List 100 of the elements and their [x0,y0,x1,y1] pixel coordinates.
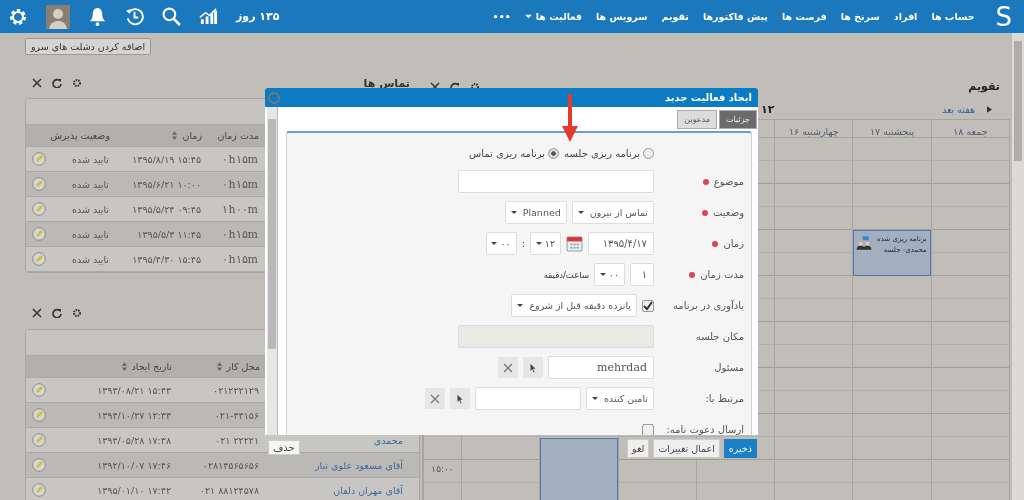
nav-item[interactable]: افراد [886,11,925,22]
select-button[interactable] [523,357,543,378]
dialog-button[interactable]: اعمال تغییرات [653,439,720,458]
column-header[interactable]: محل کار [176,361,264,372]
radio-button[interactable] [643,147,654,159]
column-header[interactable]: وضعیت پذیرش [51,130,114,141]
edit-icon[interactable] [32,458,46,472]
select-field[interactable]: پانزده دقیقه قبل از شروع [511,294,637,317]
cursor-icon [528,362,538,373]
bell-icon[interactable] [88,7,107,26]
nav-item[interactable]: ••• [485,11,518,22]
contact-link[interactable]: محمدی [309,434,409,446]
edit-icon[interactable] [32,433,46,447]
radio-option[interactable]: برنامه ریزی تماس [469,147,560,159]
edit-icon[interactable] [32,227,46,241]
checkbox[interactable] [642,299,654,312]
table-cell-text: ۰h۱۵m [221,227,259,241]
edit-icon[interactable] [32,483,46,497]
edit-icon[interactable] [32,177,46,191]
people-icon [856,236,873,250]
select-field[interactable]: تماس از بیرون [571,201,654,224]
calendar-icon[interactable] [566,235,583,252]
table-cell-text: ۱۳۹۳/۰۸/۲۱ ۱۵:۴۳ [96,384,172,396]
nav-item[interactable]: فعالیت ها [517,11,589,22]
next-icon[interactable] [987,106,992,113]
close-icon [503,362,513,373]
edit-icon[interactable] [32,252,46,266]
clear-button[interactable] [425,388,446,409]
clear-button[interactable] [498,357,518,378]
scrollbar[interactable] [1011,33,1024,500]
table-cell-text: تایید شده [71,203,110,215]
day-header: جمعه ۱۸ [953,126,988,137]
tab[interactable]: مدعوین [677,110,718,129]
table-cell-text: ۱۳۹۴/۰۵/۲۸ ۱۷:۳۸ [96,434,172,446]
settings-icon[interactable] [72,308,82,318]
caret-icon [577,210,584,215]
nav-item[interactable]: فرصت ها [774,11,834,22]
input-field[interactable]: mehrdad [548,356,654,379]
contact-link[interactable]: آقای مهران دلفان [309,484,409,496]
nav-item[interactable]: حساب ها [924,11,982,22]
table-cell-text: ۰۲۱۲۲۲۱۲۹ [212,384,260,396]
input-field[interactable]: ۱ [630,263,654,286]
settings-icon[interactable] [72,78,82,88]
sort-icon [171,131,179,140]
caret-icon [592,396,599,401]
close-icon[interactable] [32,78,42,88]
edit-icon[interactable] [32,152,46,166]
table-cell-text: تایید شده [71,178,110,190]
select-field[interactable]: ۱۲ [530,232,561,255]
select-button[interactable] [450,388,471,409]
checkbox[interactable] [642,423,654,435]
radio-button[interactable] [548,147,560,159]
dialog-button[interactable]: ذخیره [723,439,757,458]
select-field[interactable]: تامین کننده [586,387,654,410]
next-week-link[interactable]: هفته بعد [942,104,975,115]
add-dashlet-button[interactable]: اضافه کردن دشلت های سرو [25,38,152,55]
date-field[interactable]: ۱۳۹۵/۴/۱۷ [588,232,654,255]
table-cell-text: ۰h۱۵m [221,252,259,266]
tab[interactable]: جزئیات [719,110,757,129]
table-cell-text: ۱h۰۰m [221,202,259,216]
chart-icon[interactable] [199,7,218,26]
field-label: یادآوری در برنامه [672,300,744,311]
table-cell-text: ۰۲۱ ۸۸۱۲۴۵۷۸ [198,484,260,496]
history-icon[interactable] [125,7,144,26]
field-label: ارسال دعوت نامه: [666,424,744,435]
refresh-icon[interactable] [52,308,62,318]
edit-icon[interactable] [32,408,46,422]
input-field[interactable] [475,387,582,410]
select-field[interactable]: ۰۰ [594,263,625,286]
logo[interactable]: S [995,1,1012,32]
time-label: ۱۵:۰۰ [430,464,455,474]
table-cell-text: ۰h۱۵m [221,152,259,166]
search-icon[interactable] [162,7,181,26]
close-icon[interactable] [32,308,42,318]
refresh-icon[interactable] [52,78,62,88]
input-field[interactable] [458,170,654,193]
close-icon [430,393,441,404]
column-header[interactable]: زمان [114,130,206,141]
nav-item[interactable]: سرنخ ها [833,11,887,22]
caret-icon [517,303,524,308]
scrollbar[interactable] [267,107,278,435]
dialog-button[interactable]: لغو [627,439,650,458]
avatar-icon[interactable] [46,4,70,29]
radio-option[interactable]: برنامه ریزی جلسه [564,147,654,159]
contact-link[interactable]: آقای مسعود علوی تبار [309,459,409,471]
edit-icon[interactable] [32,383,46,397]
time-separator: : [521,238,525,249]
nav-item[interactable]: تقویم [654,11,696,22]
caret-icon [524,14,532,19]
nav-item[interactable]: پیش فاکتورها [695,11,775,22]
column-header[interactable]: تاریخ ایجاد [51,361,176,372]
edit-icon[interactable] [32,202,46,216]
select-field[interactable]: ۰۰ [485,232,517,255]
nav-item[interactable]: سرویس ها [588,11,655,22]
sort-icon [120,362,128,371]
column-header[interactable]: مدت زمان [206,130,263,141]
field-label: موضوع [713,176,744,187]
settings-icon[interactable] [8,6,28,27]
select-field[interactable]: Planned [504,201,567,224]
field-label: وضعیت [713,207,744,218]
